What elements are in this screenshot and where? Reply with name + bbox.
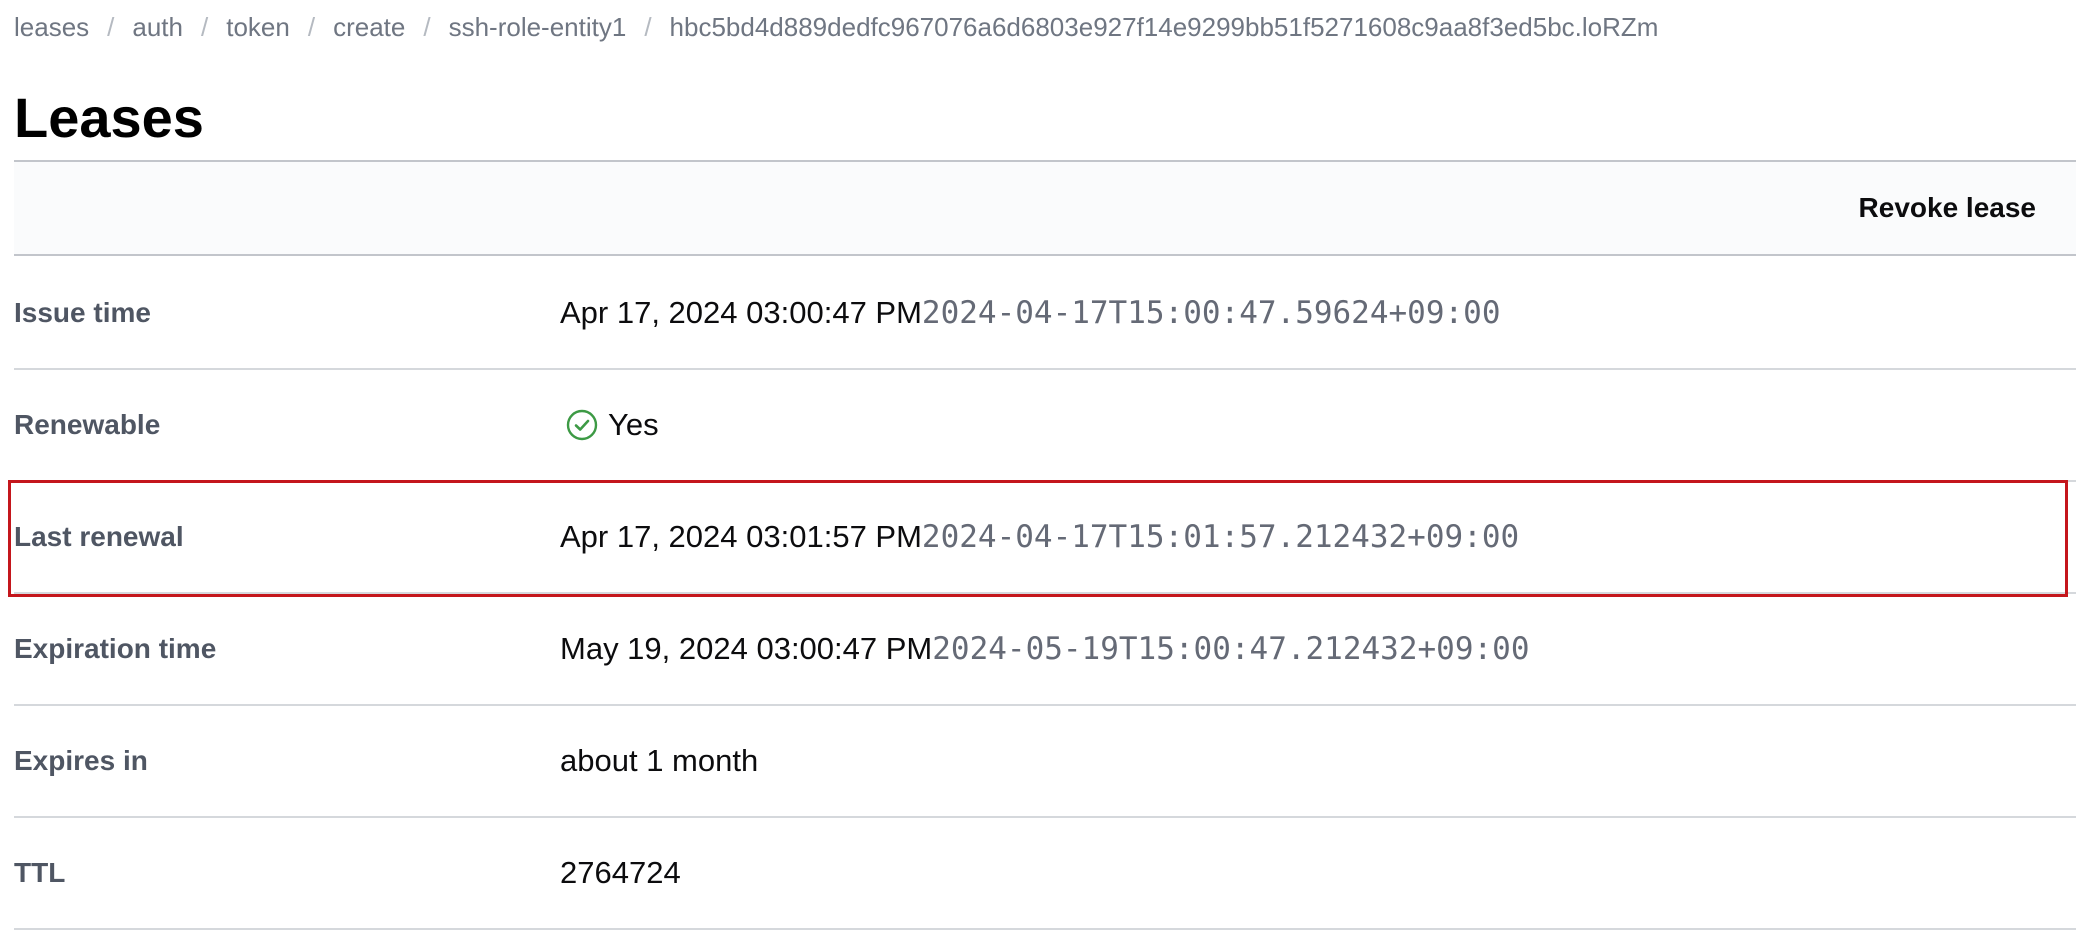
breadcrumb-separator: / xyxy=(107,12,115,42)
last-renewal-display: Apr 17, 2024 03:01:57 PM xyxy=(560,519,922,554)
breadcrumb: leases / auth / token / create / ssh-rol… xyxy=(14,12,1658,43)
info-row-ttl: TTL 2764724 xyxy=(14,818,2076,930)
expires-in-label: Expires in xyxy=(14,745,148,776)
info-row-expiration-time: Expiration time May 19, 2024 03:00:47 PM… xyxy=(14,594,2076,706)
breadcrumb-separator: / xyxy=(423,12,431,42)
breadcrumb-separator: / xyxy=(201,12,209,42)
ttl-label: TTL xyxy=(14,857,66,888)
expiration-time-raw: 2024-05-19T15:00:47.212432+09:00 xyxy=(932,631,1530,667)
issue-time-raw: 2024-04-17T15:00:47.59624+09:00 xyxy=(921,295,1501,331)
info-row-issue-time: Issue time Apr 17, 2024 03:00:47 PM 2024-… xyxy=(14,258,2076,370)
breadcrumb-link-token[interactable]: token xyxy=(226,12,290,43)
breadcrumb-link-auth[interactable]: auth xyxy=(132,12,183,43)
renewable-value: Yes xyxy=(560,407,659,443)
expiration-time-label: Expiration time xyxy=(14,633,217,664)
breadcrumb-link-leases[interactable]: leases xyxy=(14,12,89,43)
info-row-last-renewal: Last renewal Apr 17, 2024 03:01:57 PM 202… xyxy=(14,482,2076,594)
last-renewal-raw: 2024-04-17T15:01:57.212432+09:00 xyxy=(921,519,1520,555)
info-row-renewable: Renewable Yes xyxy=(14,370,2076,482)
last-renewal-value: Apr 17, 2024 03:01:57 PM 2024-04-17T15:01… xyxy=(560,519,1519,555)
revoke-lease-button[interactable]: Revoke lease xyxy=(1859,192,2036,224)
page-title: Leases xyxy=(14,86,204,149)
lease-toolbar: Revoke lease xyxy=(14,160,2076,256)
expires-in-value: about 1 month xyxy=(560,743,759,778)
info-row-expires-in: Expires in about 1 month xyxy=(14,706,2076,818)
last-renewal-label: Last renewal xyxy=(14,521,184,552)
ttl-value: 2764724 xyxy=(560,855,681,890)
check-circle-icon xyxy=(566,409,598,441)
lease-info-table: Issue time Apr 17, 2024 03:00:47 PM 2024-… xyxy=(14,258,2076,930)
renewable-text: Yes xyxy=(608,407,659,442)
breadcrumb-separator: / xyxy=(307,12,316,42)
issue-time-value: Apr 17, 2024 03:00:47 PM 2024-04-17T15:00… xyxy=(560,295,1501,331)
expiration-time-display: May 19, 2024 03:00:47 PM xyxy=(560,631,933,666)
breadcrumb-current-lease-id: hbc5bd4d889dedfc967076a6d6803e927f14e929… xyxy=(669,12,1659,42)
issue-time-display: Apr 17, 2024 03:00:47 PM xyxy=(560,295,922,330)
renewable-label: Renewable xyxy=(14,409,161,440)
breadcrumb-separator: / xyxy=(644,12,652,42)
lease-detail-page: leases / auth / token / create / ssh-rol… xyxy=(0,0,2086,952)
breadcrumb-link-create[interactable]: create xyxy=(333,12,405,43)
expiration-time-value: May 19, 2024 03:00:47 PM 2024-05-19T15:00… xyxy=(560,631,1529,667)
breadcrumb-link-ssh-role-entity1[interactable]: ssh-role-entity1 xyxy=(449,12,627,43)
issue-time-label: Issue time xyxy=(14,297,151,328)
